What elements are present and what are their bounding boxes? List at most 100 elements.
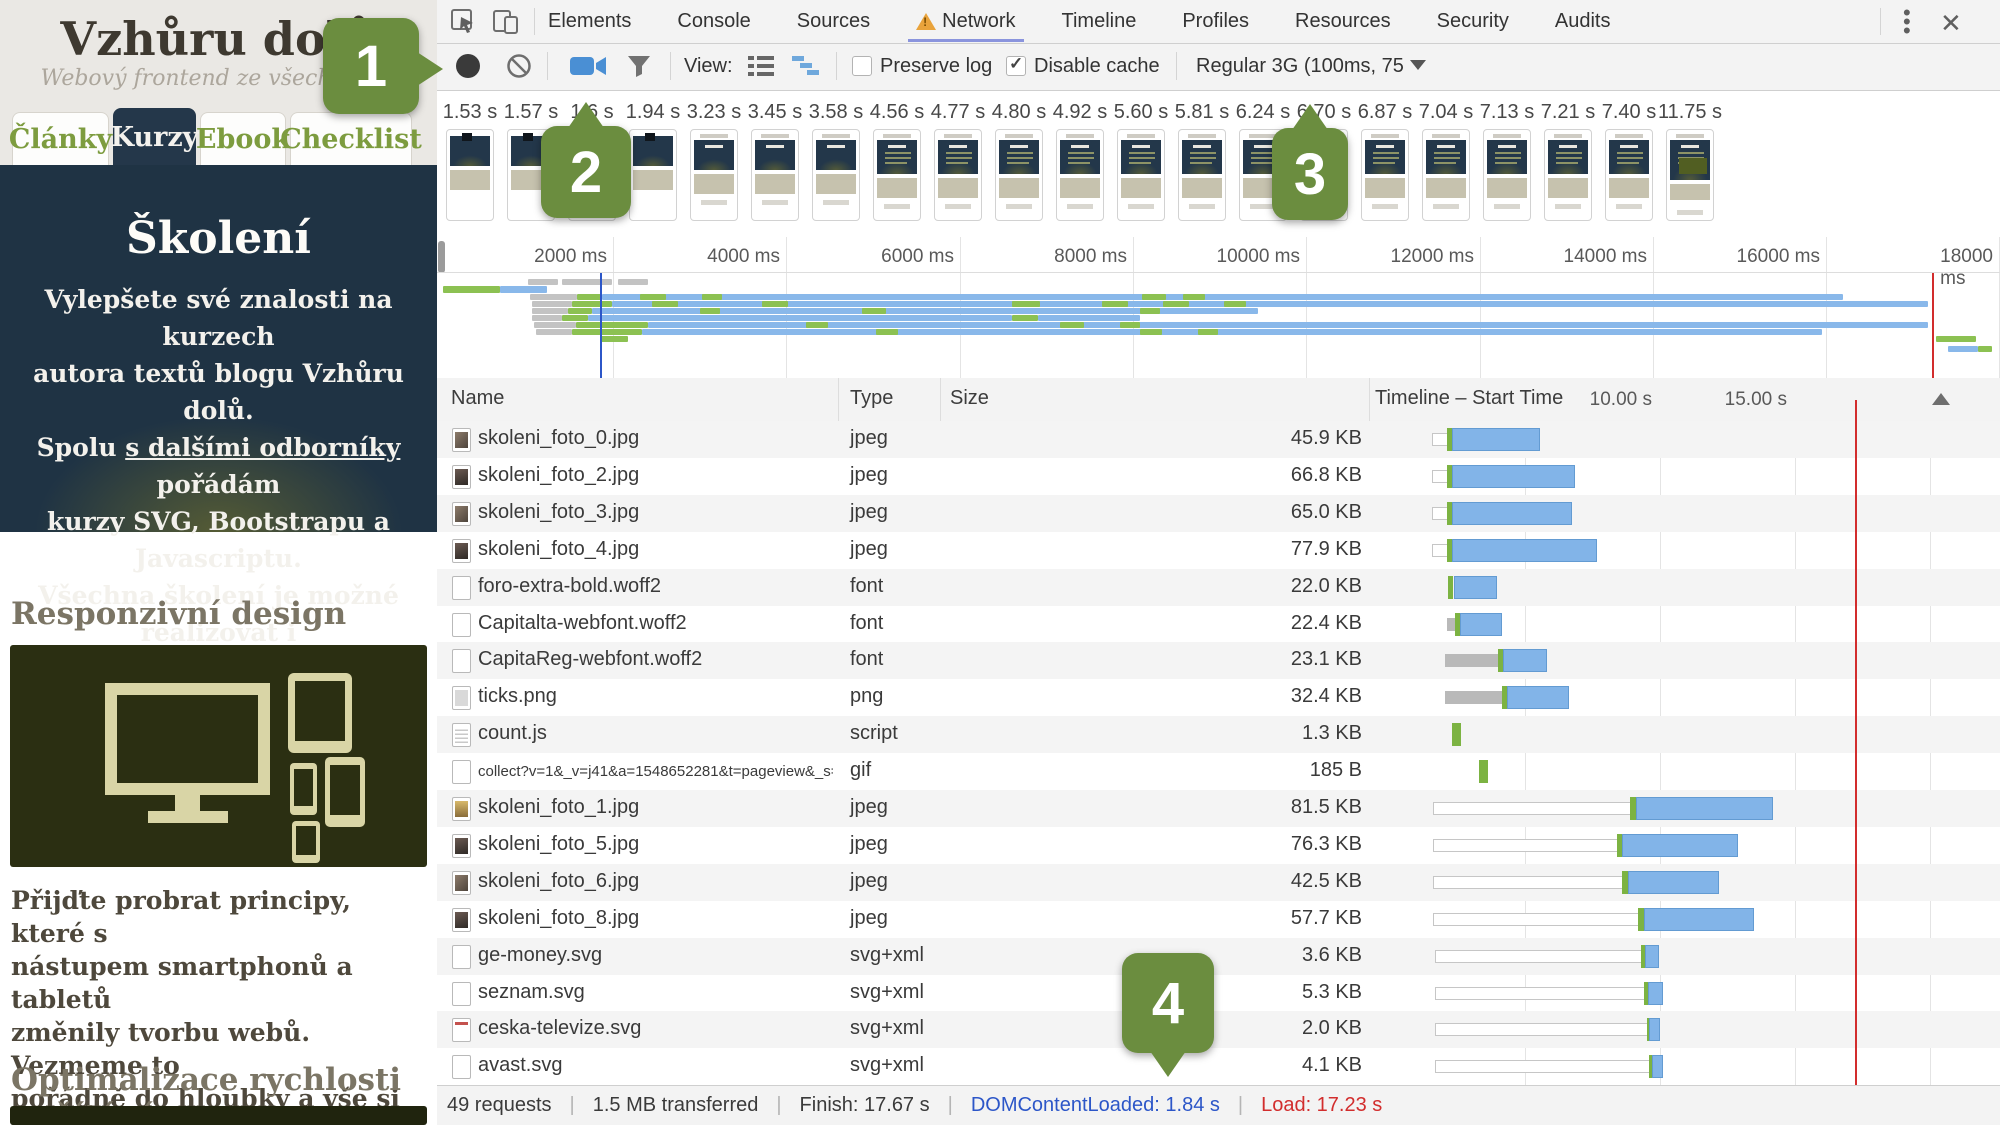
filmstrip-thumbnail[interactable] bbox=[751, 129, 799, 221]
table-row[interactable]: CapitaReg-webfont.woff2font23.1 KB bbox=[437, 642, 2000, 679]
table-row[interactable]: skoleni_foto_0.jpgjpeg45.9 KB bbox=[437, 421, 2000, 458]
table-row[interactable]: foro-extra-bold.woff2font22.0 KB bbox=[437, 569, 2000, 606]
text-link[interactable]: s dalšími odborníky bbox=[125, 433, 400, 462]
waterfall-segment-pre bbox=[1433, 802, 1632, 815]
column-header-size[interactable]: Size bbox=[950, 387, 989, 410]
cell-name: collect?v=1&_v=j41&a=1548652281&t=pagevi… bbox=[478, 759, 833, 780]
column-header-type[interactable]: Type bbox=[850, 387, 893, 410]
thumb-text-line bbox=[885, 157, 911, 159]
record-button[interactable] bbox=[456, 54, 480, 78]
table-row[interactable]: avast.svgsvg+xml4.1 KB bbox=[437, 1048, 2000, 1085]
site-nav-tab-1[interactable]: Kurzy bbox=[113, 108, 196, 166]
close-devtools-icon[interactable]: ✕ bbox=[1940, 8, 1962, 39]
tab-profiles[interactable]: Profiles bbox=[1182, 10, 1249, 33]
filmstrip-thumbnail[interactable] bbox=[1422, 129, 1470, 221]
overview-ruler-border bbox=[437, 272, 2000, 273]
filmstrip-thumbnail[interactable] bbox=[1056, 129, 1104, 221]
filmstrip-thumbnail[interactable] bbox=[995, 129, 1043, 221]
thumb-text-line bbox=[1190, 157, 1216, 159]
text-segment: Vylepšete své znalosti na kurzech bbox=[44, 285, 392, 351]
site-nav-tab-3[interactable]: Checklist bbox=[290, 112, 412, 166]
table-row[interactable]: skoleni_foto_1.jpgjpeg81.5 KB bbox=[437, 790, 2000, 827]
filmstrip-thumbnail[interactable] bbox=[1117, 129, 1165, 221]
thumb-text-line bbox=[1556, 152, 1582, 154]
column-header-name[interactable]: Name bbox=[451, 387, 504, 410]
thumb-text-line bbox=[1068, 157, 1094, 159]
filmstrip-camera-icon[interactable] bbox=[570, 55, 608, 77]
thumb-title-line bbox=[827, 145, 845, 148]
waterfall-segment-green bbox=[1479, 760, 1488, 783]
kebab-menu-icon[interactable]: ••• bbox=[1903, 8, 1911, 35]
filmstrip-thumbnail[interactable] bbox=[1544, 129, 1592, 221]
cell-type: script bbox=[850, 722, 898, 745]
thumb-text-line bbox=[1007, 157, 1033, 159]
device-toolbar-icon[interactable] bbox=[492, 9, 520, 35]
cell-size: 22.0 KB bbox=[942, 575, 1362, 598]
network-overview[interactable]: 2000 ms4000 ms6000 ms8000 ms10000 ms1200… bbox=[437, 237, 2000, 379]
tab-audits[interactable]: Audits bbox=[1555, 10, 1611, 33]
site-nav-tab-0[interactable]: Články bbox=[12, 112, 109, 166]
table-row[interactable]: skoleni_foto_8.jpgjpeg57.7 KB bbox=[437, 901, 2000, 938]
filmstrip-thumbnail[interactable] bbox=[873, 129, 921, 221]
site-nav-tab-2[interactable]: Ebook bbox=[200, 112, 286, 166]
table-row[interactable]: skoleni_foto_6.jpgjpeg42.5 KB bbox=[437, 864, 2000, 901]
table-row[interactable]: ge-money.svgsvg+xml3.6 KB bbox=[437, 938, 2000, 975]
waterfall-cell bbox=[1369, 532, 2000, 569]
table-row[interactable]: skoleni_foto_3.jpgjpeg65.0 KB bbox=[437, 495, 2000, 532]
thumb-text-line bbox=[1007, 162, 1029, 164]
table-row[interactable]: skoleni_foto_5.jpgjpeg76.3 KB bbox=[437, 827, 2000, 864]
tab-elements[interactable]: Elements bbox=[548, 10, 631, 33]
devtools-tabs: Elements Console Sources Network Timeline Pro… bbox=[548, 0, 1611, 43]
thumb-text-line bbox=[1495, 152, 1521, 154]
view-list-icon[interactable] bbox=[748, 56, 774, 76]
filmstrip-thumbnail[interactable] bbox=[1605, 129, 1653, 221]
thumb-text-line bbox=[1007, 152, 1033, 154]
filmstrip-thumbnail[interactable] bbox=[629, 129, 677, 221]
table-row[interactable]: Capitalta-webfont.woff2font22.4 KB bbox=[437, 606, 2000, 643]
clear-button[interactable] bbox=[506, 53, 532, 79]
filmstrip-thumbnail[interactable] bbox=[1178, 129, 1226, 221]
table-row[interactable]: ceska-televize.svgsvg+xml2.0 KB bbox=[437, 1011, 2000, 1048]
sort-arrow-icon[interactable] bbox=[1932, 393, 1950, 405]
tab-timeline[interactable]: Timeline bbox=[1062, 10, 1137, 33]
waterfall-segment-blue bbox=[1636, 797, 1774, 820]
tab-resources[interactable]: Resources bbox=[1295, 10, 1391, 33]
table-row[interactable]: seznam.svgsvg+xml5.3 KB bbox=[437, 975, 2000, 1012]
tab-sources[interactable]: Sources bbox=[797, 10, 870, 33]
filmstrip-thumbnail[interactable] bbox=[812, 129, 860, 221]
resource-image-icon bbox=[452, 834, 471, 858]
overview-bar bbox=[652, 301, 678, 307]
column-header-timeline[interactable]: Timeline – Start Time bbox=[1375, 387, 1563, 410]
table-row[interactable]: skoleni_foto_2.jpgjpeg66.8 KB bbox=[437, 458, 2000, 495]
thumb-nav-block bbox=[1548, 140, 1588, 174]
hero-section: Školení Vylepšete své znalosti na kurzec… bbox=[0, 165, 437, 532]
overview-bar bbox=[1012, 301, 1040, 307]
tab-security[interactable]: Security bbox=[1437, 10, 1509, 33]
tab-console[interactable]: Console bbox=[677, 10, 750, 33]
table-row[interactable]: collect?v=1&_v=j41&a=1548652281&t=pagevi… bbox=[437, 753, 2000, 790]
filmstrip-thumbnail[interactable] bbox=[1666, 129, 1714, 221]
table-row[interactable]: skoleni_foto_4.jpgjpeg77.9 KB bbox=[437, 532, 2000, 569]
thumb-beige-block bbox=[1426, 178, 1466, 198]
filmstrip-thumbnail[interactable] bbox=[934, 129, 982, 221]
thumb-nav-block bbox=[877, 140, 917, 174]
dropdown-arrow-icon[interactable] bbox=[1410, 60, 1426, 70]
filmstrip-thumbnail[interactable] bbox=[446, 129, 494, 221]
resource-icon-fill bbox=[455, 580, 468, 596]
tab-network[interactable]: Network bbox=[916, 10, 1015, 33]
table-row[interactable]: ticks.pngpng32.4 KB bbox=[437, 679, 2000, 716]
view-waterfall-icon[interactable] bbox=[792, 56, 820, 76]
overview-gridline bbox=[1653, 237, 1654, 378]
filmstrip-thumbnail[interactable] bbox=[1483, 129, 1531, 221]
inspect-element-icon[interactable] bbox=[451, 9, 477, 35]
filmstrip-thumbnail[interactable] bbox=[690, 129, 738, 221]
waterfall-segment-gray bbox=[1445, 654, 1498, 667]
cell-type: jpeg bbox=[850, 501, 888, 524]
preserve-log-checkbox[interactable] bbox=[852, 56, 872, 76]
filter-funnel-icon[interactable] bbox=[626, 53, 652, 79]
table-row[interactable]: count.jsscript1.3 KB bbox=[437, 716, 2000, 753]
disable-cache-checkbox[interactable] bbox=[1006, 56, 1026, 76]
overview-scroll-nub[interactable] bbox=[438, 241, 445, 273]
throttling-dropdown[interactable]: Regular 3G (100ms, 75 bbox=[1196, 55, 1404, 78]
filmstrip-thumbnail[interactable] bbox=[1361, 129, 1409, 221]
